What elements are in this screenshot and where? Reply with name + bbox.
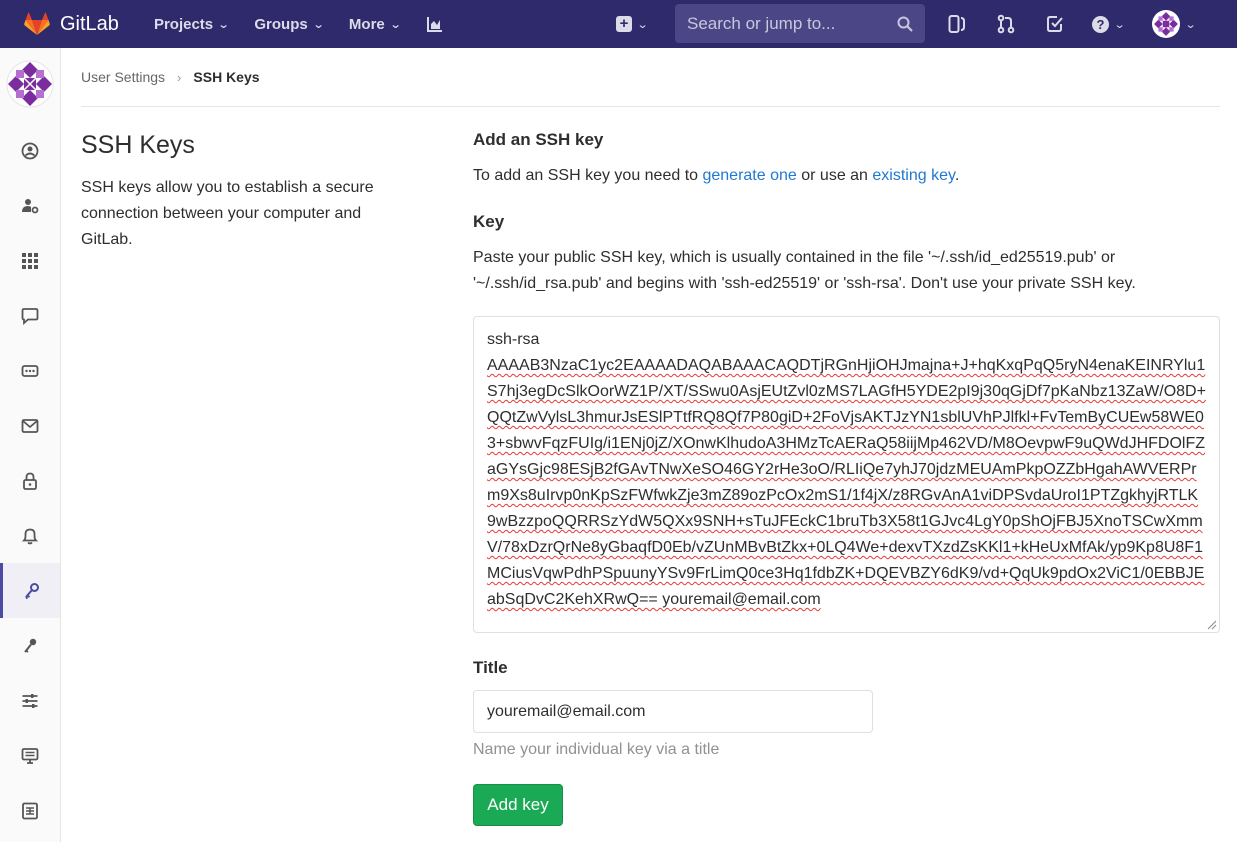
token-icon xyxy=(21,364,39,377)
activity-chart-link[interactable] xyxy=(413,0,457,48)
key-help-text: Paste your public SSH key, which is usua… xyxy=(473,249,1136,292)
user-menu[interactable]: ⌄ xyxy=(1152,10,1197,38)
lock-icon xyxy=(23,472,37,490)
settings-sidebar xyxy=(0,48,61,842)
sidebar-item-chat[interactable] xyxy=(0,288,60,343)
sidebar-item-access-tokens[interactable] xyxy=(0,343,60,398)
nav-more[interactable]: More ⌄ xyxy=(336,0,413,48)
sidebar-item-emails[interactable] xyxy=(0,398,60,453)
envelope-icon xyxy=(21,418,39,433)
sidebar-user-avatar[interactable] xyxy=(6,60,54,108)
sidebar-item-gpg-keys[interactable] xyxy=(0,618,60,673)
chevron-down-icon: ⌄ xyxy=(1113,18,1126,31)
create-new-button[interactable]: + ⌄ xyxy=(616,16,649,32)
search-placeholder: Search or jump to... xyxy=(687,13,836,33)
chevron-down-icon: ⌄ xyxy=(217,18,230,31)
chevron-down-icon: ⌄ xyxy=(1184,18,1197,31)
sidebar-item-authentication-log[interactable] xyxy=(0,783,60,838)
sidebar-item-password[interactable] xyxy=(0,453,60,508)
add-ssh-key-intro: To add an SSH key you need to generate o… xyxy=(473,163,959,189)
identicon-icon xyxy=(6,60,54,108)
grid-icon xyxy=(22,252,38,269)
key-type: ssh-rsa xyxy=(487,331,540,348)
sidebar-item-account[interactable] xyxy=(0,178,60,233)
sidebar-item-active-sessions[interactable] xyxy=(0,728,60,783)
page-title: SSH Keys xyxy=(81,131,195,159)
existing-key-link[interactable]: existing key xyxy=(872,167,954,184)
todos-link[interactable] xyxy=(1043,12,1067,36)
add-ssh-key-heading: Add an SSH key xyxy=(473,130,604,149)
title-help-text: Name your individual key via a title xyxy=(473,741,720,758)
title-input[interactable]: youremail@email.com xyxy=(473,690,873,733)
breadcrumb: User Settings › SSH Keys xyxy=(81,69,260,85)
sidebar-item-preferences[interactable] xyxy=(0,673,60,728)
merge-requests-link[interactable] xyxy=(994,12,1018,36)
chevron-down-icon: ⌄ xyxy=(312,18,325,31)
key-label: Key xyxy=(473,212,505,231)
brand-name: GitLab xyxy=(60,12,119,35)
generate-one-link[interactable]: generate one xyxy=(702,167,796,184)
comment-icon xyxy=(21,307,39,325)
identicon-icon xyxy=(1154,12,1179,36)
merge-request-icon xyxy=(997,14,1015,34)
breadcrumb-user-settings[interactable]: User Settings xyxy=(81,69,165,85)
intro-text-suffix: . xyxy=(954,167,960,184)
log-list-icon xyxy=(22,802,38,819)
intro-text-prefix: To add an SSH key you need to xyxy=(473,167,703,184)
title-label: Title xyxy=(473,658,508,677)
breadcrumb-divider xyxy=(81,106,1220,107)
chevron-down-icon: ⌄ xyxy=(636,18,649,31)
sidebar-item-notifications[interactable] xyxy=(0,508,60,563)
main-menu: Projects ⌄ Groups ⌄ More ⌄ xyxy=(141,0,457,48)
sliders-icon xyxy=(22,693,38,708)
key-icon xyxy=(24,638,37,653)
nav-projects[interactable]: Projects ⌄ xyxy=(141,0,241,48)
nav-more-label: More xyxy=(348,15,385,33)
sidebar-item-applications[interactable] xyxy=(0,233,60,288)
user-circle-icon xyxy=(21,142,39,159)
page-description: SSH keys allow you to establish a secure… xyxy=(81,179,374,248)
nav-projects-label: Projects xyxy=(153,15,214,33)
user-gear-icon xyxy=(22,198,39,213)
search-icon xyxy=(897,16,913,32)
top-navbar: GitLab Projects ⌄ Groups ⌄ More ⌄ + ⌄ Se… xyxy=(0,0,1237,48)
key-textarea[interactable]: ssh-rsa AAAAB3NzaC1yc2EAAAADAQABAAACAQDT… xyxy=(473,316,1220,633)
nav-groups-label: Groups xyxy=(254,15,308,33)
issues-link[interactable] xyxy=(945,12,969,36)
plus-square-icon: + xyxy=(616,16,632,32)
chevron-down-icon: ⌄ xyxy=(389,18,402,31)
key-icon xyxy=(24,582,39,599)
breadcrumb-current[interactable]: SSH Keys xyxy=(193,69,259,85)
sidebar-item-profile[interactable] xyxy=(0,123,60,178)
chevron-right-icon: › xyxy=(177,69,182,85)
chart-icon xyxy=(426,17,442,32)
intro-text-middle: or use an xyxy=(796,167,873,184)
nav-create: + ⌄ xyxy=(612,0,649,48)
key-text-value: AAAAB3NzaC1yc2EAAAADAQABAAACAQDTjRGnHjiO… xyxy=(487,357,1206,608)
nav-right-icons: ? ⌄ ⌄ xyxy=(945,0,1197,48)
todo-check-icon xyxy=(1047,16,1063,32)
sidebar-item-ssh-keys[interactable] xyxy=(0,563,60,618)
gitlab-tanuki-icon xyxy=(24,12,50,35)
key-text-type: ssh-rsa xyxy=(487,327,1206,353)
issues-icon xyxy=(948,15,965,33)
bell-icon xyxy=(21,528,39,544)
resize-handle-icon[interactable] xyxy=(1207,620,1217,630)
monitor-icon xyxy=(21,747,39,764)
help-menu[interactable]: ? ⌄ xyxy=(1092,15,1126,33)
add-key-button[interactable]: Add key xyxy=(473,784,563,826)
gitlab-logo-link[interactable]: GitLab xyxy=(0,0,119,48)
avatar xyxy=(1152,10,1181,38)
question-circle-icon: ? xyxy=(1092,15,1109,33)
nav-groups[interactable]: Groups ⌄ xyxy=(241,0,336,48)
search-input[interactable]: Search or jump to... xyxy=(675,4,925,43)
